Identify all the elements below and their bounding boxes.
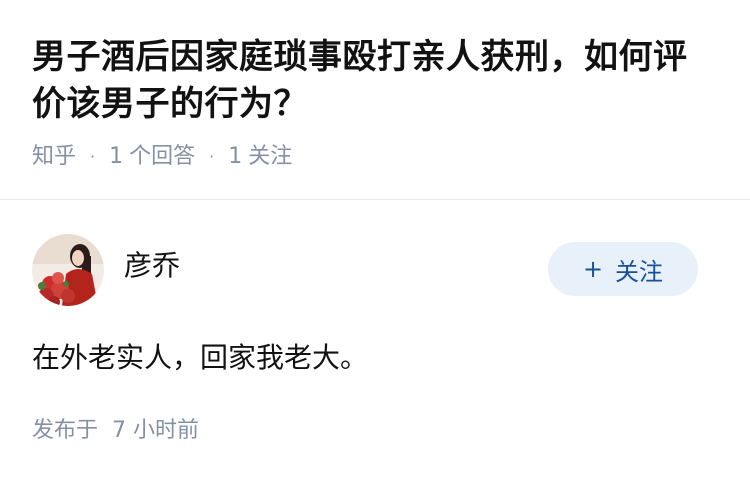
- avatar-photo-icon: [32, 234, 104, 306]
- answer-content[interactable]: 在外老实人，回家我老大。: [32, 338, 718, 378]
- answer-count-label: 个回答: [129, 144, 196, 169]
- answer-count-number: 1: [109, 144, 124, 169]
- meta-separator: ·: [209, 147, 215, 166]
- author-name[interactable]: 彦乔: [124, 244, 180, 284]
- source-label[interactable]: 知乎: [32, 142, 76, 172]
- answer-time: 发布于 7 小时前: [32, 412, 718, 444]
- question-meta: 知乎 · 1 个回答 · 1 关注: [32, 142, 718, 172]
- plus-icon: +: [582, 255, 604, 283]
- question-title[interactable]: 男子酒后因家庭琐事殴打亲人获刑，如何评价该男子的行为？: [32, 34, 718, 128]
- page: 男子酒后因家庭琐事殴打亲人获刑，如何评价该男子的行为？ 知乎 · 1 个回答 ·…: [0, 0, 750, 484]
- follow-button[interactable]: + 关注: [548, 242, 698, 296]
- author-avatar[interactable]: [32, 234, 104, 306]
- follow-button-label: 关注: [615, 257, 664, 286]
- answer-card: 彦乔 + 关注 在外老实人，回家我老大。 发布于 7 小时前: [0, 234, 750, 444]
- follower-count-label: 关注: [248, 144, 293, 169]
- published-label: 发布于: [32, 418, 99, 443]
- author-row: 彦乔 + 关注: [32, 234, 718, 306]
- meta-separator: ·: [90, 147, 96, 166]
- question-header: 男子酒后因家庭琐事殴打亲人获刑，如何评价该男子的行为？ 知乎 · 1 个回答 ·…: [0, 0, 750, 200]
- follower-count-number: 1: [228, 144, 243, 169]
- published-time: 7 小时前: [112, 418, 200, 443]
